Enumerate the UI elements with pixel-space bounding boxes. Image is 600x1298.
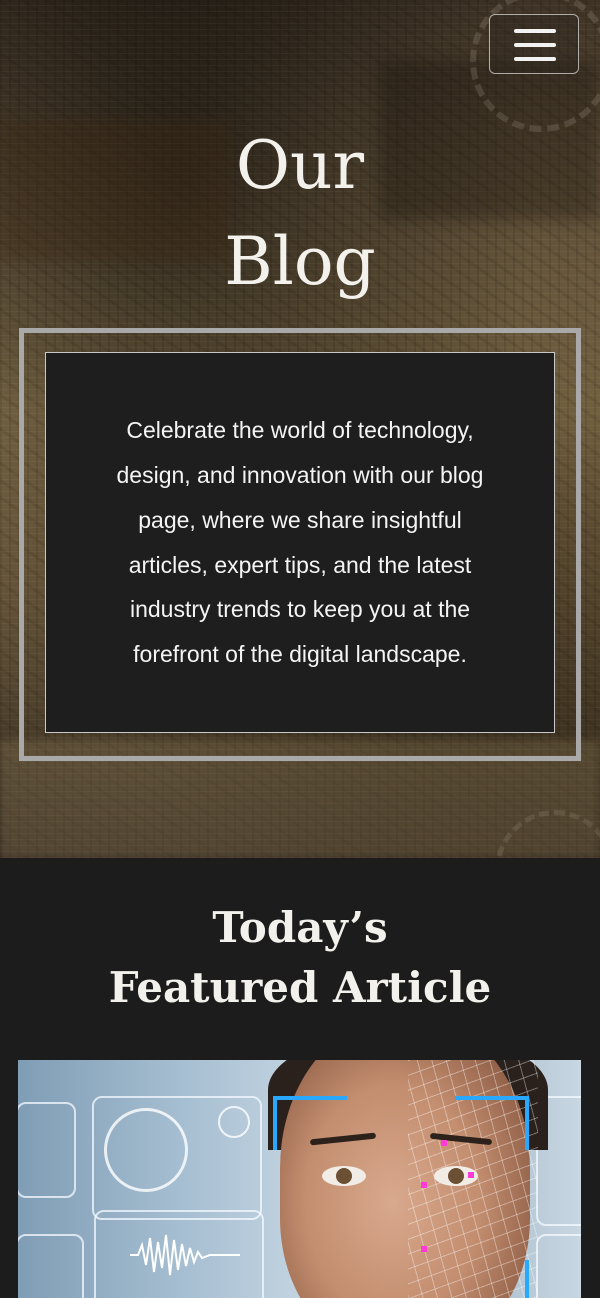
featured-heading: Today’s Featured Article xyxy=(0,898,600,1018)
hud-data-panel xyxy=(536,1234,581,1298)
intro-card: Celebrate the world of technology, desig… xyxy=(45,352,555,733)
eye-left xyxy=(322,1166,366,1186)
page-title-line2: Blog xyxy=(224,223,376,300)
page-title: Our Blog xyxy=(0,118,600,310)
target-circle-icon xyxy=(104,1108,188,1192)
scan-bracket xyxy=(455,1096,529,1150)
hud-map-panel xyxy=(18,1102,76,1198)
target-circle-icon xyxy=(218,1106,250,1138)
featured-heading-line1: Today’s xyxy=(212,903,388,952)
scan-marker-icon xyxy=(421,1182,427,1188)
scan-bracket xyxy=(273,1096,347,1150)
menu-button[interactable] xyxy=(489,14,579,74)
featured-heading-line2: Featured Article xyxy=(108,963,492,1012)
featured-article-image[interactable] xyxy=(18,1060,581,1298)
waveform-icon xyxy=(130,1234,240,1276)
scan-marker-icon xyxy=(441,1140,447,1146)
intro-text: Celebrate the world of technology, desig… xyxy=(116,417,484,668)
hero-section: Our Blog Celebrate the world of technolo… xyxy=(0,0,600,858)
scan-bracket xyxy=(455,1260,529,1298)
scan-marker-icon xyxy=(468,1172,474,1178)
hud-side-panel xyxy=(18,1234,84,1298)
scan-marker-icon xyxy=(421,1246,427,1252)
page-title-line1: Our xyxy=(235,127,365,204)
